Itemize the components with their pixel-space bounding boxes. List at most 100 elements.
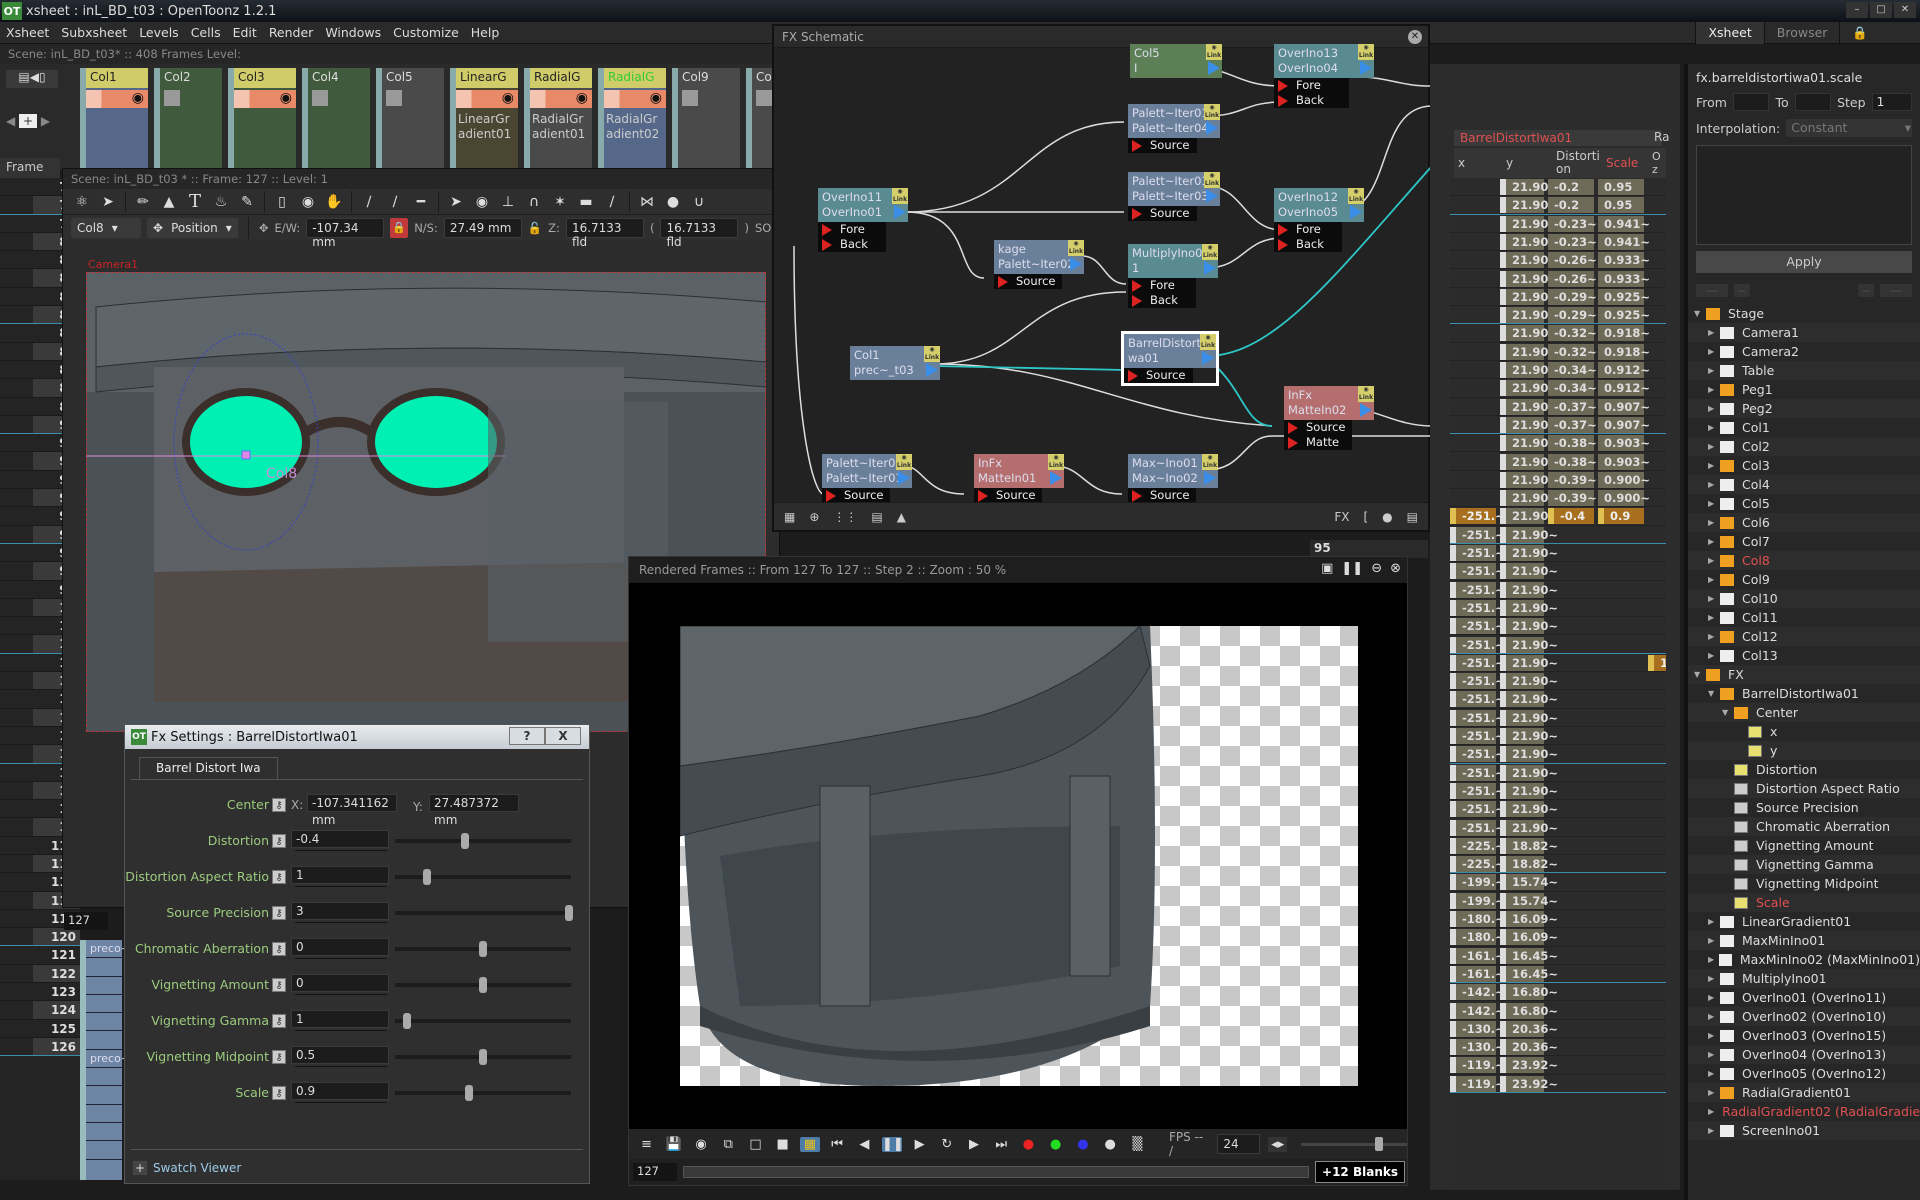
tree-item-chromatic-aberration[interactable]: Chromatic Aberration [1688, 817, 1920, 836]
xsheet-cell[interactable] [86, 1086, 122, 1105]
cell-y[interactable]: 16.45~ [1500, 965, 1558, 982]
cell-scale[interactable]: 0.907~ [1598, 398, 1650, 415]
preview-toggle[interactable] [678, 90, 740, 108]
link-icon[interactable]: ◉ Link [1206, 44, 1222, 60]
cell-y[interactable]: 18.82~ [1500, 856, 1558, 873]
cell-x-key[interactable]: -251.~ [1450, 508, 1505, 525]
output-port-icon[interactable] [1360, 403, 1372, 417]
interpolation-select[interactable]: Constant ▾ [1786, 119, 1912, 137]
xsheet-cell[interactable] [86, 1031, 122, 1050]
function-row[interactable]: -251.~ 21.90~ [1450, 690, 1666, 709]
first-frame-icon[interactable]: ⏮ [828, 1137, 847, 1152]
last-frame-icon[interactable]: ⏭ [992, 1137, 1011, 1152]
tree-item-vignetting-gamma[interactable]: Vignetting Gamma [1688, 855, 1920, 874]
tree-item-col4[interactable]: ▶ Col4 [1688, 475, 1920, 494]
tree-item-camera1[interactable]: ▶ Camera1 [1688, 323, 1920, 342]
frame-row[interactable]: 122 [0, 964, 80, 984]
collapsed-arrow-icon[interactable]: ▶ [1708, 594, 1720, 603]
output-port-icon[interactable] [898, 471, 910, 485]
cell-y[interactable]: 15.74~ [1500, 892, 1558, 909]
red-channel-icon[interactable]: ● [1019, 1137, 1038, 1152]
pinch-tool-icon[interactable]: ◉ [469, 191, 495, 213]
keyframe-icon[interactable]: ⚷ [272, 834, 286, 848]
expanded-arrow-icon[interactable]: ▼ [1708, 689, 1720, 698]
cell-scale[interactable]: 0.95 [1598, 179, 1644, 195]
cell-y[interactable]: 21.90~ [1500, 563, 1558, 580]
cell-y[interactable]: 23.92~ [1500, 1057, 1558, 1074]
menu-cells[interactable]: Cells [185, 25, 227, 40]
cell-scale[interactable]: 0.903~ [1598, 435, 1650, 452]
z-field[interactable]: 16.7133 fld [565, 218, 644, 249]
menu-customize[interactable]: Customize [387, 25, 465, 40]
function-row[interactable]: -119.~ 23.92~ [1450, 1056, 1666, 1075]
input-port-source[interactable]: Source [1124, 368, 1193, 383]
fill-tool-icon[interactable]: ♨ [208, 191, 234, 213]
cell-x[interactable]: -251.~ [1450, 654, 1505, 671]
function-spreadsheet[interactable]: 21.90~ -0.2 0.95 21.90~ -0.2 0.95 21.90~ -0.23~… [1450, 178, 1666, 1190]
function-row[interactable]: -161.~ 16.45~ [1450, 965, 1666, 984]
input-port-matte[interactable]: Matte [1284, 435, 1352, 450]
white-bg-icon[interactable]: □ [746, 1137, 765, 1152]
step-field[interactable]: 1 [1871, 93, 1912, 111]
collapsed-arrow-icon[interactable]: ▶ [1708, 461, 1720, 470]
cell-y[interactable]: 21.90~ [1500, 288, 1558, 305]
input-port-source[interactable]: Source [1128, 488, 1196, 503]
tree-item-col10[interactable]: ▶ Col10 [1688, 589, 1920, 608]
menu-windows[interactable]: Windows [319, 25, 387, 40]
control-point-editor-icon[interactable]: ➤ [443, 191, 469, 213]
object-select[interactable]: Col8 ▾ [71, 218, 141, 238]
cell-y[interactable]: 21.90~ [1500, 673, 1558, 690]
function-row[interactable]: 21.90~ -0.32~ 0.918~ [1450, 343, 1666, 361]
tree-item-overino02-overino10-[interactable]: ▶ OverIno02 (OverIno10) [1688, 1007, 1920, 1026]
function-row[interactable]: -251.~ 21.90~ [1450, 709, 1666, 727]
cell-y[interactable]: 21.90~ [1500, 819, 1558, 836]
keyframe-icon[interactable]: ⚷ [272, 1050, 286, 1064]
cell-x[interactable]: -251.~ [1450, 691, 1505, 708]
cell-x[interactable]: -251.~ [1450, 563, 1505, 580]
camstand-off-icon[interactable] [164, 90, 180, 106]
cell-y[interactable]: 15.74~ [1500, 874, 1558, 891]
cell-x[interactable]: -251.~ [1450, 801, 1505, 818]
cell-y[interactable]: 21.90~ [1500, 197, 1558, 214]
keyframe-icon[interactable]: ⚷ [272, 1014, 286, 1028]
input-port-back[interactable]: Back [1274, 93, 1349, 108]
cell-scale[interactable]: 0.907~ [1598, 416, 1650, 433]
camstand-toggle-icon[interactable]: ◉ [650, 90, 662, 106]
function-row[interactable]: -199.~ 15.74~ [1450, 873, 1666, 892]
function-row[interactable]: 21.90~ -0.39~ 0.900~ [1450, 471, 1666, 490]
xsheet-cell[interactable] [86, 958, 122, 977]
cell-distortion[interactable]: -0.23~ [1548, 233, 1597, 250]
cell-x[interactable]: -119.~ [1450, 1057, 1505, 1074]
cell-distortion[interactable]: -0.38~ [1548, 453, 1597, 470]
function-row[interactable]: 21.90~ -0.34~ 0.912~ [1450, 379, 1666, 398]
slider-thumb[interactable] [422, 869, 431, 885]
ruler-tool-icon[interactable]: ━ [408, 191, 434, 213]
room-lock-icon[interactable]: 🔒 [1839, 22, 1880, 44]
output-port-icon[interactable] [1070, 257, 1082, 271]
function-row[interactable]: -225.~ 18.82~ [1450, 855, 1666, 874]
cell-y[interactable]: 21.90~ [1500, 782, 1558, 799]
alpha-channel-icon[interactable]: ● [1101, 1137, 1120, 1152]
apply-button[interactable]: Apply [1696, 251, 1912, 273]
cell-distortion[interactable]: -0.23~ [1548, 215, 1597, 232]
keyframe-icon[interactable]: ⚷ [272, 978, 286, 992]
tree-item-vignetting-midpoint[interactable]: Vignetting Midpoint [1688, 874, 1920, 893]
cell-y[interactable]: 21.90~ [1500, 599, 1558, 616]
slider-thumb[interactable] [461, 833, 470, 849]
cell-x[interactable]: -130.~ [1450, 1020, 1505, 1037]
frame-row[interactable]: 124 [0, 1001, 80, 1020]
output-port-icon[interactable] [926, 363, 938, 377]
tree-item-peg2[interactable]: ▶ Peg2 [1688, 399, 1920, 418]
tree-item-x[interactable]: x [1688, 722, 1920, 741]
function-row[interactable]: 21.90~ -0.2 0.95 [1450, 196, 1666, 215]
room-tab-xsheet[interactable]: Xsheet [1695, 22, 1764, 44]
cell-scale[interactable]: 0.903~ [1598, 453, 1650, 470]
function-row[interactable]: -251.~ 21.90~ [1450, 544, 1666, 563]
prev-frame-icon[interactable]: ◀ [855, 1137, 874, 1152]
cell-x[interactable]: -161.~ [1450, 965, 1505, 982]
cell-y[interactable]: 21.90~ [1500, 618, 1558, 635]
fps-slider[interactable] [1301, 1136, 1408, 1151]
hook-tool-icon[interactable]: ∪ [686, 191, 712, 213]
keyframe-icon[interactable]: ⚷ [272, 1086, 286, 1100]
close-window-button[interactable]: ✕ [1894, 2, 1916, 18]
